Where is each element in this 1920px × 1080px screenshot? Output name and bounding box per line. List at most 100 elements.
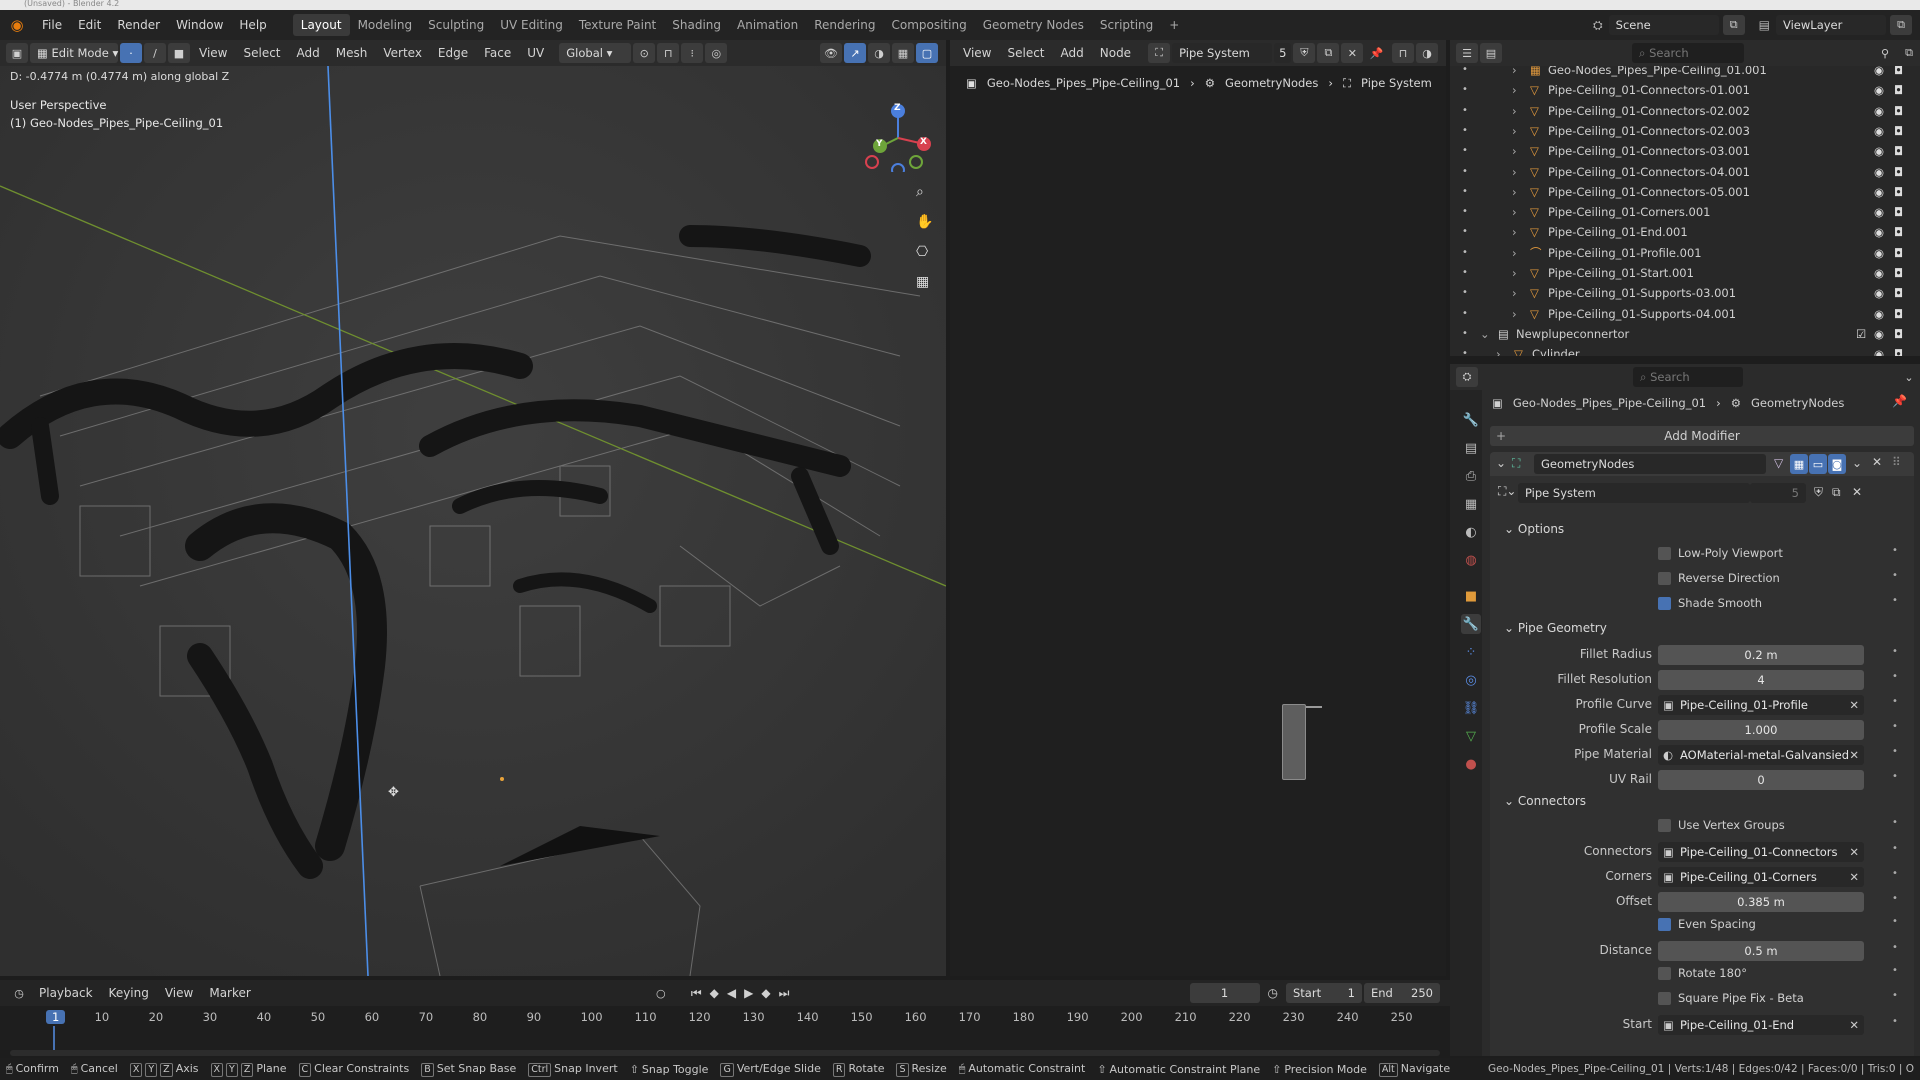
animate-dot-icon[interactable]: • (1892, 916, 1898, 927)
duplicate-icon[interactable]: ⧉ (1317, 43, 1340, 63)
tab-uv-editing[interactable]: UV Editing (492, 14, 571, 36)
expand-arrow-icon[interactable]: › (1512, 121, 1517, 141)
clear-field-icon[interactable]: ✕ (1849, 867, 1859, 887)
scene-selector[interactable]: Scene (1608, 15, 1719, 35)
breadcrumb-object[interactable]: Geo-Nodes_Pipes_Pipe-Ceiling_01 (987, 76, 1180, 91)
animate-dot-icon[interactable]: • (1892, 721, 1898, 732)
mode-selector[interactable]: ▦ Edit Mode ▾ (30, 43, 118, 63)
new-scene-icon[interactable]: ⧉ (1722, 15, 1745, 35)
ortho-grid-icon[interactable]: ▦ (916, 274, 929, 290)
menu-file[interactable]: File (34, 18, 70, 32)
camera-render-icon[interactable]: ◘ (1894, 222, 1903, 242)
outliner-row[interactable]: • › ▽ Pipe-Ceiling_01-Connectors-04.001 ◉ ◘ (1450, 162, 1903, 182)
tab-geometry-nodes[interactable]: Geometry Nodes (975, 14, 1092, 36)
tab-rendering[interactable]: Rendering (806, 14, 883, 36)
viewport-menu-edge[interactable]: Edge (431, 46, 475, 60)
tab-animation[interactable]: Animation (729, 14, 806, 36)
mesh-overlay-icon[interactable]: ▦ (892, 43, 914, 63)
viewport-menu-mesh[interactable]: Mesh (329, 46, 375, 60)
pin-icon[interactable]: 📌 (1892, 394, 1907, 408)
animate-dot-icon[interactable]: • (1892, 990, 1898, 1001)
viewport-menu-view[interactable]: View (192, 46, 234, 60)
outliner-row[interactable]: • › ▽ Pipe-Ceiling_01-Connectors-05.001 ◉ ◘ (1450, 182, 1903, 202)
camera-render-icon[interactable]: ◘ (1894, 66, 1903, 80)
node-frame[interactable] (1282, 704, 1306, 780)
object-field[interactable]: ▣ Pipe-Ceiling_01-Corners ✕ (1658, 867, 1864, 887)
expand-arrow-icon[interactable]: › (1512, 222, 1517, 242)
xray-toggle-icon[interactable]: ▢ (916, 43, 938, 63)
timeline-ruler[interactable]: 1 10 20 30 40 50 60 70 80 90 100 110 120 130 140 150 160… (0, 1006, 1450, 1050)
menu-render[interactable]: Render (109, 18, 168, 32)
expand-arrow-icon[interactable]: › (1512, 162, 1517, 182)
viewport-menu-select[interactable]: Select (236, 46, 287, 60)
drag-handle-icon[interactable]: ⠿ (1892, 455, 1901, 469)
face-select-icon[interactable]: ■ (168, 43, 190, 63)
camera-render-icon[interactable]: ◘ (1894, 101, 1903, 121)
eye-icon[interactable]: ◉ (1874, 101, 1884, 121)
navigation-gizmo[interactable]: Z X Y (862, 102, 932, 177)
node-menu-view[interactable]: View (956, 46, 998, 60)
timeline-scrollbar[interactable] (10, 1050, 1440, 1056)
add-workspace-button[interactable]: + (1161, 14, 1187, 36)
start-frame-field[interactable]: Start 1 (1286, 983, 1362, 1003)
checkbox-icon[interactable] (1658, 967, 1671, 980)
eye-icon[interactable]: ◉ (1874, 263, 1884, 283)
expand-arrow-icon[interactable]: › (1512, 101, 1517, 121)
eye-icon[interactable]: ◉ (1874, 344, 1884, 356)
node-group-field[interactable]: Pipe System (1172, 43, 1273, 63)
timeline-editor-type-icon[interactable]: ◷ (8, 983, 30, 1003)
animate-dot-icon[interactable]: • (1892, 1016, 1898, 1027)
expand-arrow-icon[interactable]: › (1512, 182, 1517, 202)
jump-start-icon[interactable]: ⏮ (688, 986, 705, 1001)
expand-arrow-icon[interactable]: › (1512, 202, 1517, 222)
field-value[interactable]: 0 (1658, 770, 1864, 790)
use-vertex-groups-checkbox[interactable]: Use Vertex Groups • (1658, 817, 1908, 834)
expand-arrow-icon[interactable]: › (1512, 141, 1517, 161)
delete-modifier-icon[interactable]: ✕ (1872, 455, 1882, 469)
object-field[interactable]: ▣ Pipe-Ceiling_01-Profile ✕ (1658, 695, 1864, 715)
object-tab-icon[interactable]: ■ (1461, 586, 1481, 606)
eye-icon[interactable]: ◉ (1874, 80, 1884, 100)
new-view-layer-icon[interactable]: ⧉ (1890, 15, 1912, 35)
animate-dot-icon[interactable]: • (1892, 893, 1898, 904)
outliner-row[interactable]: • › ▽ Pipe-Ceiling_01-Connectors-02.003 ◉ ◘ (1450, 121, 1903, 141)
animate-dot-icon[interactable]: • (1892, 817, 1898, 828)
camera-render-icon[interactable]: ◘ (1894, 141, 1903, 161)
outliner-row[interactable]: • › ⌒ Pipe-Ceiling_01-Profile.001 ◉ ◘ (1450, 243, 1903, 263)
modifier-node-group-field[interactable]: Pipe System (1518, 483, 1750, 503)
animate-dot-icon[interactable]: • (1892, 545, 1898, 556)
outliner-row[interactable]: • › ▦ Geo-Nodes_Pipes_Pipe-Ceiling_01.001 ◉ ◘ (1450, 66, 1903, 80)
pin-icon[interactable]: 📌 (1365, 43, 1387, 63)
camera-render-icon[interactable]: ◘ (1894, 80, 1903, 100)
tab-layout[interactable]: Layout (292, 14, 350, 36)
field-value[interactable]: 0.2 m (1658, 645, 1864, 665)
eye-icon[interactable]: ◉ (1874, 324, 1884, 344)
tab-sculpting[interactable]: Sculpting (420, 14, 492, 36)
viewport-menu-face[interactable]: Face (477, 46, 518, 60)
outliner-row[interactable]: • › ▽ Pipe-Ceiling_01-Connectors-03.001 ◉ ◘ (1450, 141, 1903, 161)
animate-dot-icon[interactable]: • (1892, 868, 1898, 879)
field-value[interactable]: 0.385 m (1658, 892, 1864, 912)
animate-dot-icon[interactable]: • (1892, 595, 1898, 606)
eye-icon[interactable]: ◉ (1874, 162, 1884, 182)
properties-editor-type-icon[interactable]: ⛭ (1456, 367, 1478, 387)
add-modifier-button[interactable]: + Add Modifier (1490, 426, 1914, 446)
snap-icon[interactable]: ⊓ (657, 43, 680, 63)
render-tab-icon[interactable]: ▤ (1461, 438, 1481, 458)
view-layer-selector[interactable]: ViewLayer (1776, 15, 1886, 35)
outliner-row[interactable]: • ⌄ ▤ Newplupeconnertor ☑ ◉ ◘ (1450, 324, 1903, 344)
eye-icon[interactable]: ◉ (1874, 182, 1884, 202)
eye-icon[interactable]: ◉ (1874, 202, 1884, 222)
next-keyframe-icon[interactable]: ◆ (758, 986, 773, 1000)
node-overlay-icon[interactable]: ◑ (1416, 43, 1438, 63)
outliner-row[interactable]: • › ▽ Pipe-Ceiling_01-Connectors-02.002 ◉ ◘ (1450, 101, 1903, 121)
checkbox-icon[interactable] (1658, 547, 1671, 560)
connectors-section[interactable]: ⌄ Connectors (1504, 794, 1586, 808)
expand-arrow-icon[interactable]: › (1512, 263, 1517, 283)
outliner-row[interactable]: • › ▽ Pipe-Ceiling_01-Supports-03.001 ◉ ◘ (1450, 283, 1903, 303)
camera-render-icon[interactable]: ◘ (1894, 324, 1903, 344)
editmode-display-icon[interactable]: ▦ (1790, 454, 1808, 474)
outliner-row[interactable]: • › ▽ Cylinder ◉ ◘ (1450, 344, 1903, 356)
field-value[interactable]: 1.000 (1658, 720, 1864, 740)
outliner-row[interactable]: • › ▽ Pipe-Ceiling_01-End.001 ◉ ◘ (1450, 222, 1903, 242)
